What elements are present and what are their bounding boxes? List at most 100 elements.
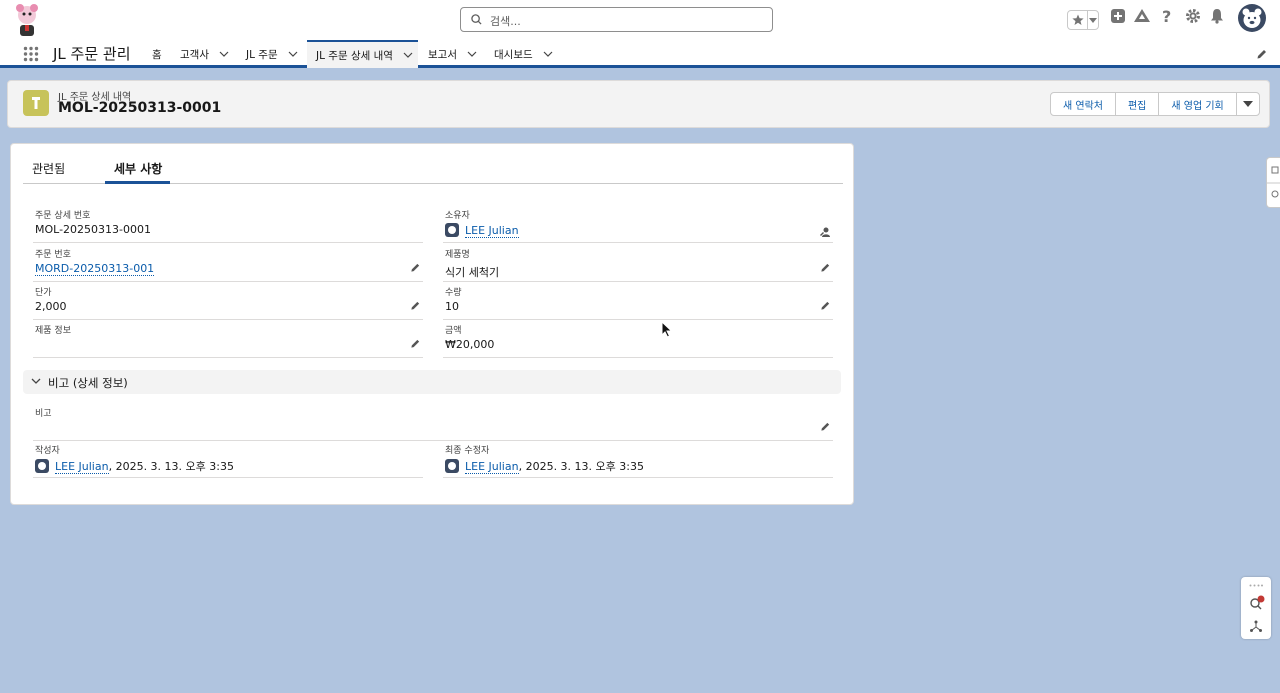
modified-by-user-link[interactable]: LEE Julian bbox=[465, 460, 519, 474]
side-panel-tabs[interactable] bbox=[1266, 157, 1280, 208]
edit-pencil-icon[interactable] bbox=[820, 262, 831, 273]
nav-item-home[interactable]: 홈 bbox=[152, 40, 162, 68]
record-tabs: 관련됨 세부 사항 bbox=[23, 154, 843, 184]
user-avatar-icon bbox=[445, 223, 459, 237]
global-search-input[interactable]: 검색... bbox=[460, 7, 773, 32]
field-order-number: 주문 번호 MORD-20250313-001 bbox=[33, 244, 423, 282]
global-actions-icon[interactable] bbox=[1110, 8, 1126, 24]
help-icon[interactable]: ? bbox=[1160, 8, 1174, 24]
setup-gear-icon[interactable] bbox=[1185, 8, 1201, 24]
org-logo[interactable] bbox=[14, 3, 40, 37]
field-label: 최종 수정자 bbox=[445, 446, 490, 456]
global-header: 검색... ? bbox=[0, 0, 1280, 40]
new-opportunity-button[interactable]: 새 영업 기회 bbox=[1158, 92, 1237, 116]
field-value: LEE Julian, 2025. 3. 13. 오후 3:35 bbox=[35, 458, 234, 474]
user-avatar[interactable] bbox=[1238, 4, 1266, 32]
nav-item-label: 대시보드 bbox=[494, 48, 533, 61]
chevron-down-icon[interactable] bbox=[543, 51, 553, 57]
app-launcher-icon[interactable] bbox=[23, 46, 39, 62]
user-avatar-icon bbox=[35, 459, 49, 473]
field-label: 주문 상세 번호 bbox=[35, 211, 91, 221]
new-contact-button[interactable]: 새 연락처 bbox=[1050, 92, 1116, 116]
record-actions: 새 연락처 편집 새 영업 기회 bbox=[1050, 92, 1260, 116]
app-name: JL 주문 관리 bbox=[53, 45, 131, 63]
field-owner: 소유자 LEE Julian bbox=[443, 205, 833, 243]
svg-text:?: ? bbox=[1162, 8, 1171, 24]
drag-handle-icon[interactable] bbox=[1249, 584, 1263, 587]
owner-link[interactable]: LEE Julian bbox=[465, 224, 519, 238]
nav-item-jl-order-details[interactable]: JL 주문 상세 내역 bbox=[307, 40, 418, 68]
record-title: MOL-20250313-0001 bbox=[58, 100, 222, 116]
created-by-user-link[interactable]: LEE Julian bbox=[55, 460, 109, 474]
field-quantity: 수량 10 bbox=[443, 282, 833, 320]
favorites-dropdown-icon[interactable] bbox=[1088, 11, 1098, 29]
search-icon bbox=[471, 14, 482, 25]
chevron-down-icon bbox=[31, 378, 41, 384]
nav-item-jl-orders[interactable]: JL 주문 bbox=[246, 40, 298, 68]
field-product-info: 제품 정보 bbox=[33, 320, 423, 358]
user-avatar-icon bbox=[445, 459, 459, 473]
tab-details[interactable]: 세부 사항 bbox=[114, 160, 162, 177]
nav-item-dashboards[interactable]: 대시보드 bbox=[494, 40, 553, 68]
field-last-modified-by: 최종 수정자 LEE Julian, 2025. 3. 13. 오후 3:35 bbox=[443, 440, 833, 478]
chevron-down-icon[interactable] bbox=[467, 51, 477, 57]
field-value: MOL-20250313-0001 bbox=[35, 223, 152, 236]
nav-item-label: 홈 bbox=[152, 48, 162, 61]
change-owner-icon[interactable] bbox=[819, 226, 831, 238]
nav-item-label: 고객사 bbox=[180, 48, 209, 61]
edit-nav-pencil-icon[interactable] bbox=[1256, 48, 1268, 60]
field-label: 소유자 bbox=[445, 211, 470, 221]
field-label: 단가 bbox=[35, 288, 52, 298]
search-records-icon[interactable] bbox=[1249, 595, 1265, 611]
edit-pencil-icon[interactable] bbox=[410, 338, 421, 349]
nav-item-label: 보고서 bbox=[428, 48, 457, 61]
search-placeholder: 검색... bbox=[490, 15, 521, 28]
chevron-down-icon[interactable] bbox=[288, 51, 298, 57]
field-value: LEE Julian bbox=[445, 223, 519, 238]
favorites-button-group bbox=[1067, 10, 1099, 30]
nav-item-accounts[interactable]: 고객사 bbox=[180, 40, 229, 68]
more-actions-button[interactable] bbox=[1235, 92, 1260, 116]
order-number-link[interactable]: MORD-20250313-001 bbox=[35, 262, 155, 276]
nav-item-label: JL 주문 bbox=[246, 48, 278, 61]
field-amount: 금액 ₩20,000 bbox=[443, 320, 833, 358]
utility-bar bbox=[1241, 577, 1271, 639]
created-date: , 2025. 3. 13. 오후 3:35 bbox=[108, 460, 234, 473]
chevron-down-icon bbox=[1242, 101, 1253, 107]
active-tab-indicator bbox=[105, 181, 170, 184]
field-product-name: 제품명 식기 세척기 bbox=[443, 244, 833, 282]
section-notes-header[interactable]: 비고 (상세 정보) bbox=[23, 370, 841, 394]
chevron-down-icon[interactable] bbox=[403, 52, 413, 58]
mouse-cursor-icon bbox=[661, 321, 673, 338]
edit-pencil-icon[interactable] bbox=[410, 300, 421, 311]
field-label: 제품명 bbox=[445, 250, 470, 260]
field-unit-price: 단가 2,000 bbox=[33, 282, 423, 320]
connections-icon[interactable] bbox=[1249, 619, 1263, 633]
field-label: 주문 번호 bbox=[35, 250, 71, 260]
field-value: 10 bbox=[445, 300, 459, 313]
field-label: 비고 bbox=[35, 409, 52, 419]
chevron-down-icon[interactable] bbox=[219, 51, 229, 57]
field-value: 식기 세척기 bbox=[445, 266, 500, 279]
field-label: 금액 bbox=[445, 326, 462, 336]
field-value: LEE Julian, 2025. 3. 13. 오후 3:35 bbox=[445, 458, 644, 474]
edit-pencil-icon[interactable] bbox=[820, 421, 831, 432]
edit-button[interactable]: 편집 bbox=[1114, 92, 1160, 116]
record-detail-card: 관련됨 세부 사항 주문 상세 번호 MOL-20250313-0001 소유자… bbox=[10, 143, 854, 505]
edit-pencil-icon[interactable] bbox=[410, 262, 421, 273]
field-value: 2,000 bbox=[35, 300, 67, 313]
field-label: 제품 정보 bbox=[35, 326, 71, 336]
edit-pencil-icon[interactable] bbox=[820, 300, 831, 311]
nav-item-label: JL 주문 상세 내역 bbox=[316, 49, 393, 62]
custom-object-icon bbox=[23, 90, 49, 116]
notifications-bell-icon[interactable] bbox=[1209, 8, 1225, 24]
favorite-star-icon[interactable] bbox=[1068, 11, 1088, 29]
field-created-by: 작성자 LEE Julian, 2025. 3. 13. 오후 3:35 bbox=[33, 440, 423, 478]
section-title: 비고 (상세 정보) bbox=[48, 376, 128, 390]
field-label: 작성자 bbox=[35, 446, 60, 456]
record-header: JL 주문 상세 내역 MOL-20250313-0001 새 연락처 편집 새… bbox=[7, 80, 1270, 128]
tab-related[interactable]: 관련됨 bbox=[32, 160, 65, 177]
app-navigation-bar: JL 주문 관리 홈 고객사 JL 주문 JL 주문 상세 내역 보고서 대시보… bbox=[0, 40, 1280, 68]
nav-item-reports[interactable]: 보고서 bbox=[428, 40, 477, 68]
trailhead-icon[interactable] bbox=[1133, 8, 1151, 24]
